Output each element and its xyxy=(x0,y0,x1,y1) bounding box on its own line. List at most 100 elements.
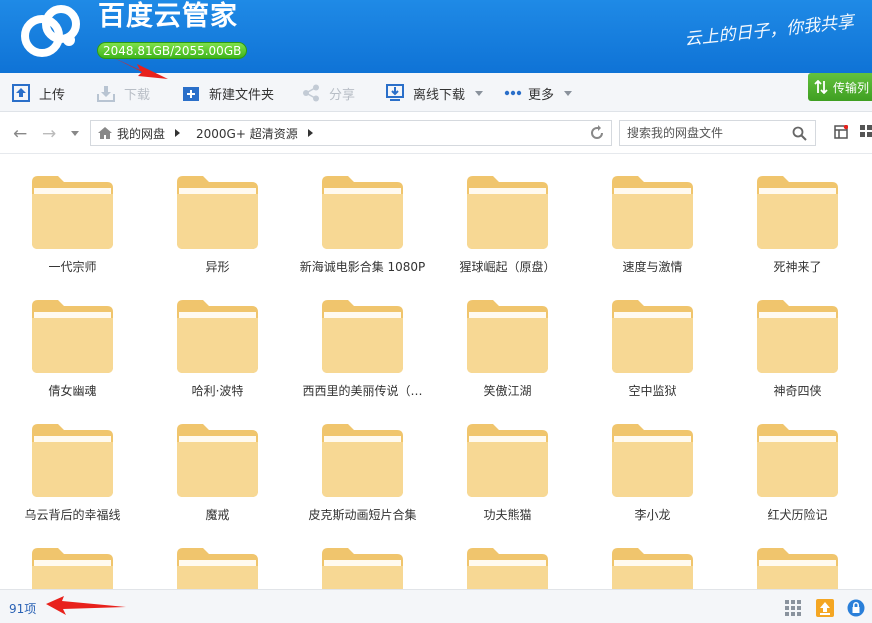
folder-icon xyxy=(177,424,258,497)
folder-name: 功夫熊猫 xyxy=(483,508,532,522)
new-folder-icon xyxy=(183,87,199,101)
folder-icon xyxy=(322,424,403,497)
list-view-icon[interactable] xyxy=(834,125,848,139)
home-icon[interactable] xyxy=(97,126,113,140)
folder-name: 异形 xyxy=(205,260,230,274)
folder-item[interactable]: 新海诚电影合集 1080P xyxy=(290,154,435,278)
folder-icon xyxy=(322,176,403,249)
download-button[interactable]: 下载 xyxy=(97,82,150,104)
folder-item[interactable]: 笑傲江湖 xyxy=(435,278,580,402)
search-input[interactable] xyxy=(627,126,787,140)
folder-item[interactable] xyxy=(145,526,290,589)
folder-name: 红犬历险记 xyxy=(767,508,828,522)
upload-label: 上传 xyxy=(39,87,66,103)
folder-item[interactable]: 西西里的美丽传说（… xyxy=(290,278,435,402)
folder-item[interactable]: 速度与激情 xyxy=(580,154,725,278)
folder-name: 倩女幽魂 xyxy=(48,384,97,398)
search-icon[interactable] xyxy=(792,126,807,141)
more-label: 更多 xyxy=(528,87,555,103)
folder-item[interactable]: 死神来了 xyxy=(725,154,870,278)
folder-icon xyxy=(177,176,258,249)
folder-item[interactable]: 一代宗师 xyxy=(0,154,145,278)
folder-item[interactable] xyxy=(725,526,870,589)
refresh-icon[interactable] xyxy=(589,125,605,141)
grid-view-icon[interactable] xyxy=(860,125,872,139)
breadcrumb-separator-icon[interactable] xyxy=(175,129,181,137)
breadcrumb-item-my-drive[interactable]: 我的网盘 xyxy=(117,125,165,142)
folder-icon xyxy=(757,176,838,249)
item-count: 91项 xyxy=(9,602,37,616)
transfer-icon xyxy=(814,80,828,94)
back-arrow-icon[interactable]: ← xyxy=(13,124,27,144)
folder-icon xyxy=(757,300,838,373)
folder-item[interactable] xyxy=(580,526,725,589)
folder-item[interactable]: 皮克斯动画短片合集 xyxy=(290,402,435,526)
breadcrumb-separator-icon[interactable] xyxy=(307,129,313,137)
folder-item[interactable]: 哈利·波特 xyxy=(145,278,290,402)
folder-icon xyxy=(322,300,403,373)
folder-name: 西西里的美丽传说（… xyxy=(302,384,423,398)
folder-name: 哈利·波特 xyxy=(191,384,244,398)
breadcrumb: 我的网盘 2000G+ 超清资源 xyxy=(90,120,612,146)
folder-item[interactable]: 乌云背后的幸福线 xyxy=(0,402,145,526)
offline-download-button[interactable]: 离线下载 xyxy=(386,82,484,104)
offline-download-label: 离线下载 xyxy=(413,87,466,103)
history-dropdown-icon[interactable] xyxy=(71,131,79,136)
chevron-down-icon xyxy=(564,90,573,96)
status-bar: 91项 xyxy=(0,589,872,623)
folder-icon xyxy=(32,424,113,497)
folder-icon xyxy=(32,300,113,373)
folder-item[interactable]: 红犬历险记 xyxy=(725,402,870,526)
folder-icon xyxy=(467,548,548,589)
folder-item[interactable]: 空中监狱 xyxy=(580,278,725,402)
transfer-list-tab[interactable]: 传输列 xyxy=(808,73,872,101)
slogan: 云上的日子，你我共享 xyxy=(683,12,855,50)
folder-name: 一代宗师 xyxy=(48,260,97,274)
folder-item[interactable]: 功夫熊猫 xyxy=(435,402,580,526)
download-icon xyxy=(97,86,115,102)
new-folder-button[interactable]: 新建文件夹 xyxy=(182,82,274,104)
folder-icon xyxy=(612,424,693,497)
lock-icon[interactable] xyxy=(847,599,865,617)
toolbar: 上传 下载 新建文件夹 分享 离线下载 更多 传输列 xyxy=(0,73,872,112)
storage-quota-badge[interactable]: 2048.81GB/2055.00GB xyxy=(97,42,248,59)
folder-name: 神奇四侠 xyxy=(773,384,822,398)
upload-button[interactable]: 上传 xyxy=(12,82,65,104)
offline-download-icon xyxy=(386,84,404,101)
folder-icon xyxy=(612,548,693,589)
folder-item[interactable] xyxy=(290,526,435,589)
folder-name: 笑傲江湖 xyxy=(483,384,532,398)
thumbnail-view-icon[interactable] xyxy=(784,599,802,617)
folder-item[interactable]: 李小龙 xyxy=(580,402,725,526)
folder-icon xyxy=(612,300,693,373)
upload-queue-icon[interactable] xyxy=(816,599,834,617)
folder-item[interactable]: 神奇四侠 xyxy=(725,278,870,402)
folder-item[interactable]: 异形 xyxy=(145,154,290,278)
breadcrumb-item-current[interactable]: 2000G+ 超清资源 xyxy=(196,125,298,142)
folder-icon xyxy=(757,424,838,497)
download-label: 下载 xyxy=(124,87,151,103)
folder-icon xyxy=(467,424,548,497)
share-icon xyxy=(303,84,319,102)
folder-item[interactable]: 倩女幽魂 xyxy=(0,278,145,402)
folder-item[interactable] xyxy=(0,526,145,589)
search-box xyxy=(619,120,816,146)
folder-icon xyxy=(467,300,548,373)
folder-item[interactable] xyxy=(435,526,580,589)
more-button[interactable]: 更多 xyxy=(504,82,573,104)
folder-icon xyxy=(32,548,113,589)
share-button[interactable]: 分享 xyxy=(302,82,355,104)
folder-item[interactable]: 猩球崛起（原盘） xyxy=(435,154,580,278)
forward-arrow-icon[interactable]: → xyxy=(42,124,56,144)
folder-item[interactable]: 魔戒 xyxy=(145,402,290,526)
folder-name: 空中监狱 xyxy=(628,384,677,398)
folder-name: 乌云背后的幸福线 xyxy=(24,508,121,522)
folder-icon xyxy=(177,300,258,373)
folder-icon xyxy=(757,548,838,589)
baidu-cloud-logo-icon xyxy=(21,5,80,57)
folder-icon xyxy=(612,176,693,249)
transfer-list-label: 传输列 xyxy=(833,80,870,95)
folder-icon xyxy=(32,176,113,249)
folder-name: 魔戒 xyxy=(205,508,230,522)
new-folder-label: 新建文件夹 xyxy=(209,87,275,103)
